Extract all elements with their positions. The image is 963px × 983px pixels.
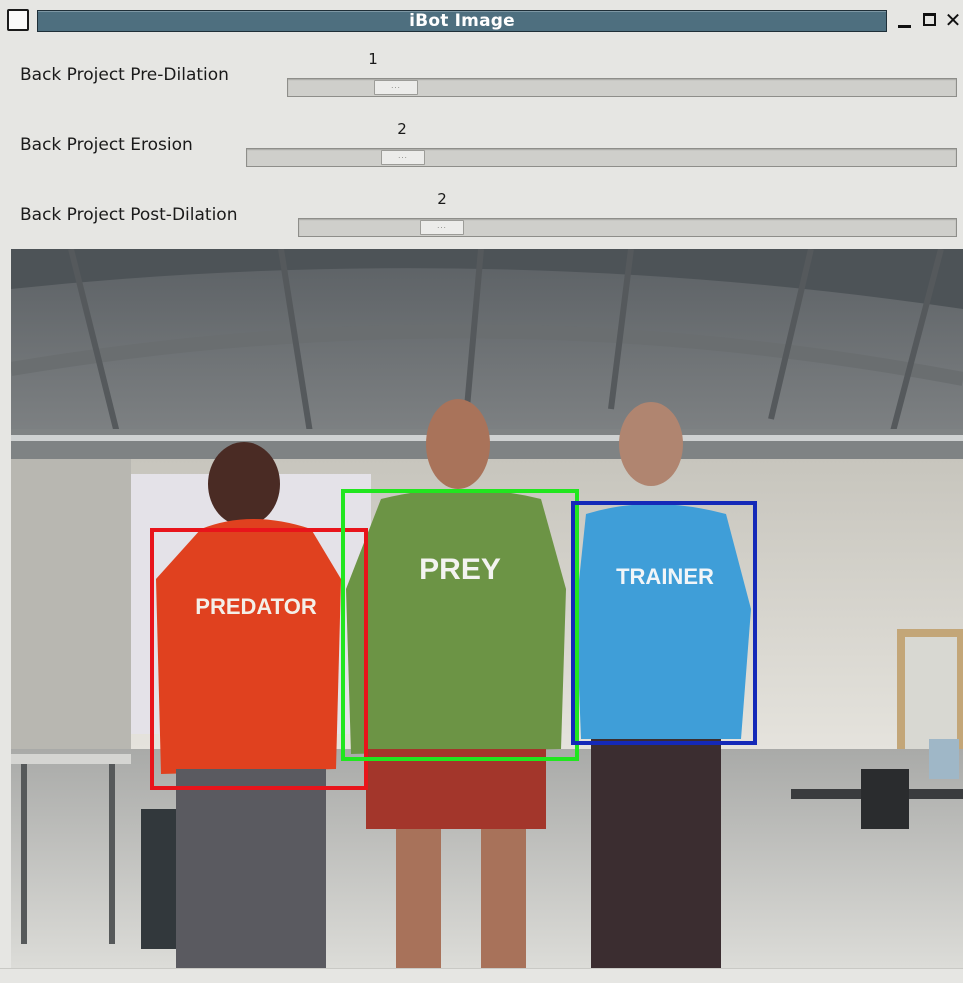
tracking-box-predator xyxy=(150,528,368,790)
window-titlebar: iBot Image ✕ xyxy=(0,0,963,38)
title-strip[interactable]: iBot Image xyxy=(37,10,887,32)
slider-row-post-dilation: Back Project Post-Dilation 2 ··· xyxy=(0,184,963,246)
status-bar xyxy=(0,968,963,983)
maximize-button[interactable] xyxy=(919,8,941,32)
minimize-button[interactable] xyxy=(894,8,916,32)
slider-label: Back Project Pre-Dilation xyxy=(20,65,229,85)
window-title: iBot Image xyxy=(409,11,515,31)
pre-dilation-slider[interactable]: ··· xyxy=(287,78,957,97)
post-dilation-slider[interactable]: ··· xyxy=(298,218,957,237)
tracking-box-trainer xyxy=(571,501,757,745)
slider-row-erosion: Back Project Erosion 2 ··· xyxy=(0,114,963,176)
slider-label: Back Project Erosion xyxy=(20,135,193,155)
slider-value: 1 xyxy=(368,50,378,68)
slider-value: 2 xyxy=(437,190,447,208)
slider-handle[interactable]: ··· xyxy=(420,220,464,235)
minimize-icon xyxy=(898,25,911,28)
close-icon: ✕ xyxy=(944,8,962,32)
slider-value: 2 xyxy=(397,120,407,138)
slider-row-pre-dilation: Back Project Pre-Dilation 1 ··· xyxy=(0,44,963,106)
camera-image: PREDATOR PREY TRAINER xyxy=(11,249,963,968)
slider-label: Back Project Post-Dilation xyxy=(20,205,238,225)
tracking-box-prey xyxy=(341,489,579,761)
close-button[interactable]: ✕ xyxy=(943,8,963,32)
erosion-slider[interactable]: ··· xyxy=(246,148,957,167)
slider-handle[interactable]: ··· xyxy=(381,150,425,165)
maximize-icon xyxy=(923,13,936,26)
window-menu-icon[interactable] xyxy=(7,9,29,31)
slider-handle[interactable]: ··· xyxy=(374,80,418,95)
